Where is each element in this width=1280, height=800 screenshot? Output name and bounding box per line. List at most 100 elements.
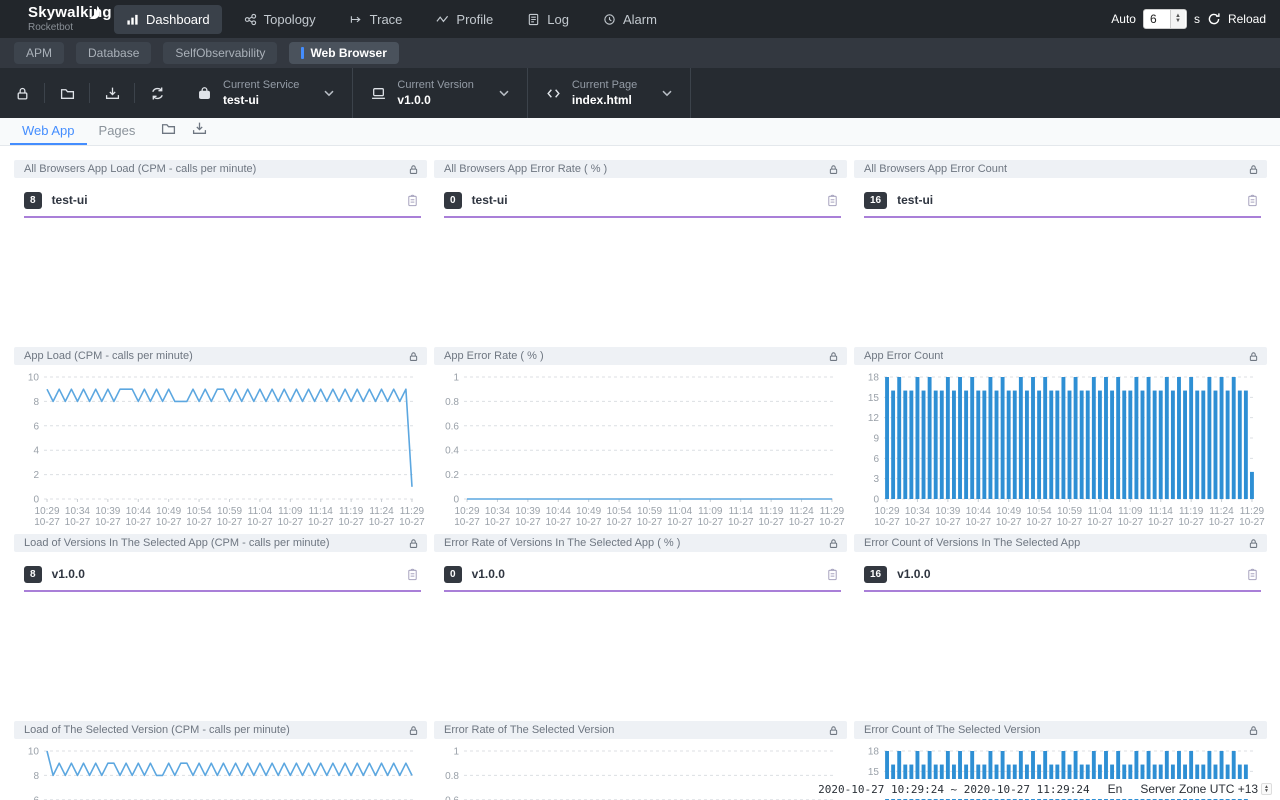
export-download-icon[interactable] [192, 121, 207, 141]
svg-text:10-27: 10-27 [637, 517, 663, 528]
selector-underline [444, 590, 841, 592]
footer-bar: 2020-10-27 10:29:24 ~ 2020-10-27 11:29:2… [808, 779, 1276, 799]
card-lock-icon[interactable] [1248, 725, 1259, 736]
svg-text:10-27: 10-27 [728, 517, 754, 528]
interval-stepper[interactable]: ▲▼ [1170, 10, 1185, 28]
svg-text:0.8: 0.8 [445, 771, 459, 782]
nav-item-dashboard[interactable]: Dashboard [114, 5, 222, 34]
card-header: Load of The Selected Version (CPM - call… [14, 721, 427, 739]
entity-selector-row[interactable]: 16v1.0.0 [864, 563, 1259, 585]
count-badge: 16 [864, 192, 887, 209]
svg-text:18: 18 [868, 373, 880, 384]
clipboard-icon[interactable] [826, 194, 839, 207]
card-lock-icon[interactable] [408, 164, 419, 175]
svg-text:10-27: 10-27 [454, 517, 480, 528]
tabs-container: Web AppPages [10, 118, 147, 145]
svg-text:10-27: 10-27 [874, 517, 900, 528]
svg-text:10-27: 10-27 [515, 517, 541, 528]
page-tabs-row: Web AppPages [0, 118, 1280, 146]
svg-text:10:59: 10:59 [1057, 506, 1082, 517]
svg-text:6: 6 [33, 421, 39, 432]
entity-selector-row[interactable]: 0test-ui [444, 189, 839, 211]
card-header: All Browsers App Load (CPM - calls per m… [14, 160, 427, 178]
svg-text:11:09: 11:09 [278, 506, 303, 517]
entity-selector-row[interactable]: 16test-ui [864, 189, 1259, 211]
toolbar-button-download[interactable] [90, 68, 134, 118]
card-lock-icon[interactable] [828, 538, 839, 549]
card-lock-icon[interactable] [828, 725, 839, 736]
svg-text:10:39: 10:39 [515, 506, 540, 517]
svg-text:10-27: 10-27 [1057, 517, 1083, 528]
entity-name: v1.0.0 [472, 567, 505, 581]
group-chip-selfobservability[interactable]: SelfObservability [163, 42, 277, 64]
nav-item-topology[interactable]: Topology [232, 5, 328, 34]
card-header: Load of Versions In The Selected App (CP… [14, 534, 427, 552]
svg-text:6: 6 [33, 795, 39, 800]
selector-caption: Current Page [572, 79, 637, 91]
page-icon [546, 86, 561, 101]
card: All Browsers App Error Rate ( % )0test-u… [434, 160, 847, 342]
selector-current-service[interactable]: Current Servicetest-ui [179, 79, 352, 107]
card-lock-icon[interactable] [1248, 538, 1259, 549]
nav-item-profile[interactable]: Profile [424, 5, 505, 34]
version-icon [371, 86, 386, 101]
clipboard-icon[interactable] [826, 568, 839, 581]
auto-label: Auto [1111, 12, 1136, 26]
auto-interval-input[interactable]: ▲▼ [1143, 9, 1187, 29]
group-chip-apm[interactable]: APM [14, 42, 64, 64]
chart-app_error_count: 036912151810:2910-2710:3410-2710:3910-27… [854, 365, 1267, 529]
card-lock-icon[interactable] [408, 351, 419, 362]
selector-underline [24, 590, 421, 592]
language-toggle[interactable]: En [1108, 782, 1123, 796]
selector-current-version[interactable]: Current Versionv1.0.0 [353, 79, 526, 107]
zone-stepper[interactable]: ▲▼ [1261, 783, 1272, 795]
selector-current-page[interactable]: Current Pageindex.html [528, 79, 690, 107]
entity-selector-row[interactable]: 8v1.0.0 [24, 563, 419, 585]
card-lock-icon[interactable] [1248, 351, 1259, 362]
profile-icon [436, 13, 449, 26]
svg-text:10-27: 10-27 [905, 517, 931, 528]
card: Load of Versions In The Selected App (CP… [14, 534, 427, 716]
selector-value: v1.0.0 [397, 93, 473, 107]
nav-item-log[interactable]: Log [515, 5, 581, 34]
card-lock-icon[interactable] [408, 725, 419, 736]
card-title: Load of The Selected Version (CPM - call… [24, 724, 290, 736]
card: App Error Rate ( % )00.20.40.60.8110:291… [434, 347, 847, 529]
group-chip-web-browser[interactable]: Web Browser [289, 42, 398, 64]
entity-selector-row[interactable]: 8test-ui [24, 189, 419, 211]
log-icon [527, 13, 540, 26]
reload-icon[interactable] [1207, 12, 1221, 26]
svg-text:10:44: 10:44 [966, 506, 991, 517]
card-title: App Error Rate ( % ) [444, 350, 544, 362]
tab-pages[interactable]: Pages [87, 118, 148, 145]
nav-item-alarm[interactable]: Alarm [591, 5, 669, 34]
clipboard-icon[interactable] [406, 568, 419, 581]
svg-text:10-27: 10-27 [1209, 517, 1235, 528]
card-lock-icon[interactable] [408, 538, 419, 549]
svg-text:10:39: 10:39 [95, 506, 120, 517]
chart-version_load: 024681010:2910-2710:3410-2710:3910-2710:… [14, 739, 427, 800]
svg-text:10-27: 10-27 [156, 517, 182, 528]
svg-text:10:59: 10:59 [637, 506, 662, 517]
toolbar-button-refresh[interactable] [135, 68, 179, 118]
nav-item-trace[interactable]: Trace [338, 5, 415, 34]
clipboard-icon[interactable] [406, 194, 419, 207]
card-lock-icon[interactable] [828, 164, 839, 175]
clipboard-icon[interactable] [1246, 194, 1259, 207]
tab-web-app[interactable]: Web App [10, 118, 87, 145]
toolbar-button-folder[interactable] [45, 68, 89, 118]
svg-text:15: 15 [868, 767, 880, 778]
card-lock-icon[interactable] [1248, 164, 1259, 175]
auto-interval-value[interactable] [1144, 12, 1170, 26]
time-range[interactable]: 2020-10-27 10:29:24 ~ 2020-10-27 11:29:2… [818, 783, 1090, 796]
reload-label[interactable]: Reload [1228, 12, 1266, 26]
clipboard-icon[interactable] [1246, 568, 1259, 581]
toolbar-button-lock[interactable] [0, 68, 44, 118]
group-chip-database[interactable]: Database [76, 42, 151, 64]
svg-text:10-27: 10-27 [34, 517, 60, 528]
entity-selector-row[interactable]: 0v1.0.0 [444, 563, 839, 585]
svg-text:11:04: 11:04 [668, 506, 693, 517]
card-lock-icon[interactable] [828, 351, 839, 362]
card: Error Count of Versions In The Selected … [854, 534, 1267, 716]
import-folder-icon[interactable] [161, 121, 176, 141]
